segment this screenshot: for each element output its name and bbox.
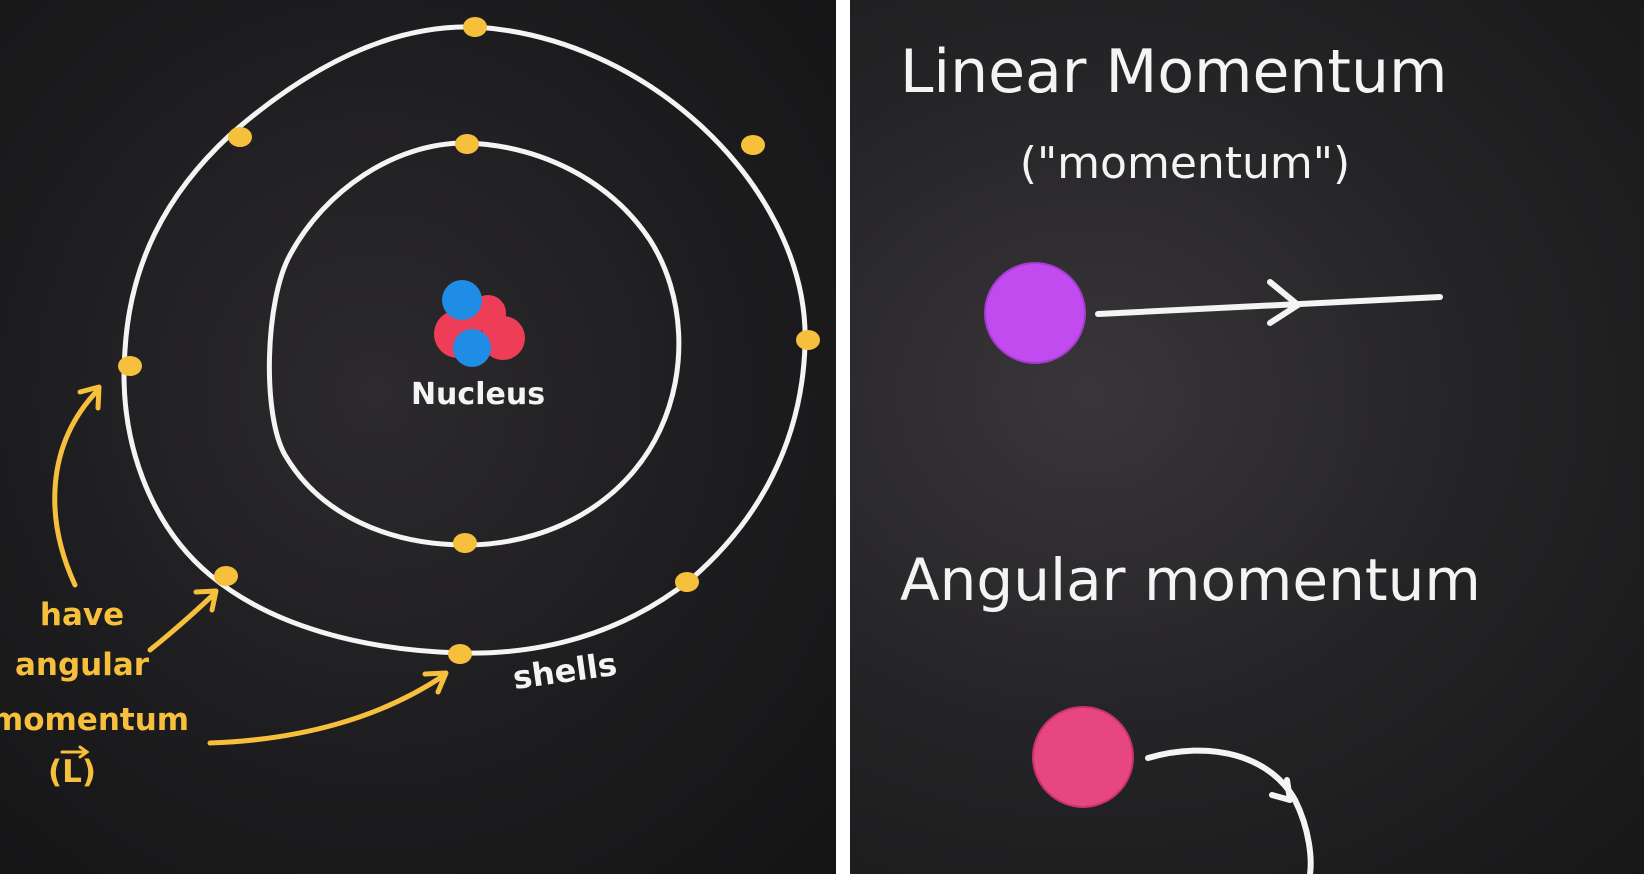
electron	[455, 134, 479, 154]
linear-momentum-title: Linear Momentum	[900, 37, 1447, 107]
neutron	[442, 280, 482, 320]
electron	[463, 17, 487, 37]
electron	[448, 644, 472, 664]
annotation-line: have	[40, 597, 124, 633]
arrow-to-bottom-electron	[207, 673, 446, 746]
nucleus	[434, 280, 525, 367]
atom-diagram: Nucleus shells have angular momentum (L)	[0, 17, 820, 790]
angular-momentum-title: Angular momentum	[900, 546, 1481, 614]
atom-diagram-panel: Nucleus shells have angular momentum (L)	[0, 0, 836, 874]
electron	[741, 135, 765, 155]
nucleus-label: Nucleus	[411, 377, 545, 412]
electron	[214, 566, 238, 586]
shells-label: shells	[510, 645, 619, 697]
annotation-arrows	[52, 384, 449, 746]
neutron	[453, 329, 491, 367]
angular-ball	[1032, 706, 1134, 808]
electron	[118, 356, 142, 376]
linear-momentum-subtitle: ("momentum")	[1020, 138, 1350, 189]
electron	[228, 127, 252, 147]
momentum-panel: Linear Momentum ("momentum") Angular mom…	[850, 0, 1644, 874]
arrow-to-lower-electron	[147, 591, 217, 653]
linear-ball	[984, 262, 1086, 364]
annotation-text: have angular momentum (L)	[0, 597, 189, 790]
annotation-line: momentum	[0, 702, 189, 738]
angular-arrow	[1145, 747, 1314, 874]
annotation-line: (L)	[48, 754, 96, 790]
panel-divider	[836, 0, 850, 874]
momentum-illustration: Linear Momentum ("momentum") Angular mom…	[900, 37, 1481, 874]
arrow-up-to-electron	[52, 387, 101, 588]
electron	[453, 533, 477, 553]
electron	[796, 330, 820, 350]
electron	[675, 572, 699, 592]
annotation-line: angular	[15, 647, 150, 683]
linear-arrow	[1095, 279, 1443, 326]
